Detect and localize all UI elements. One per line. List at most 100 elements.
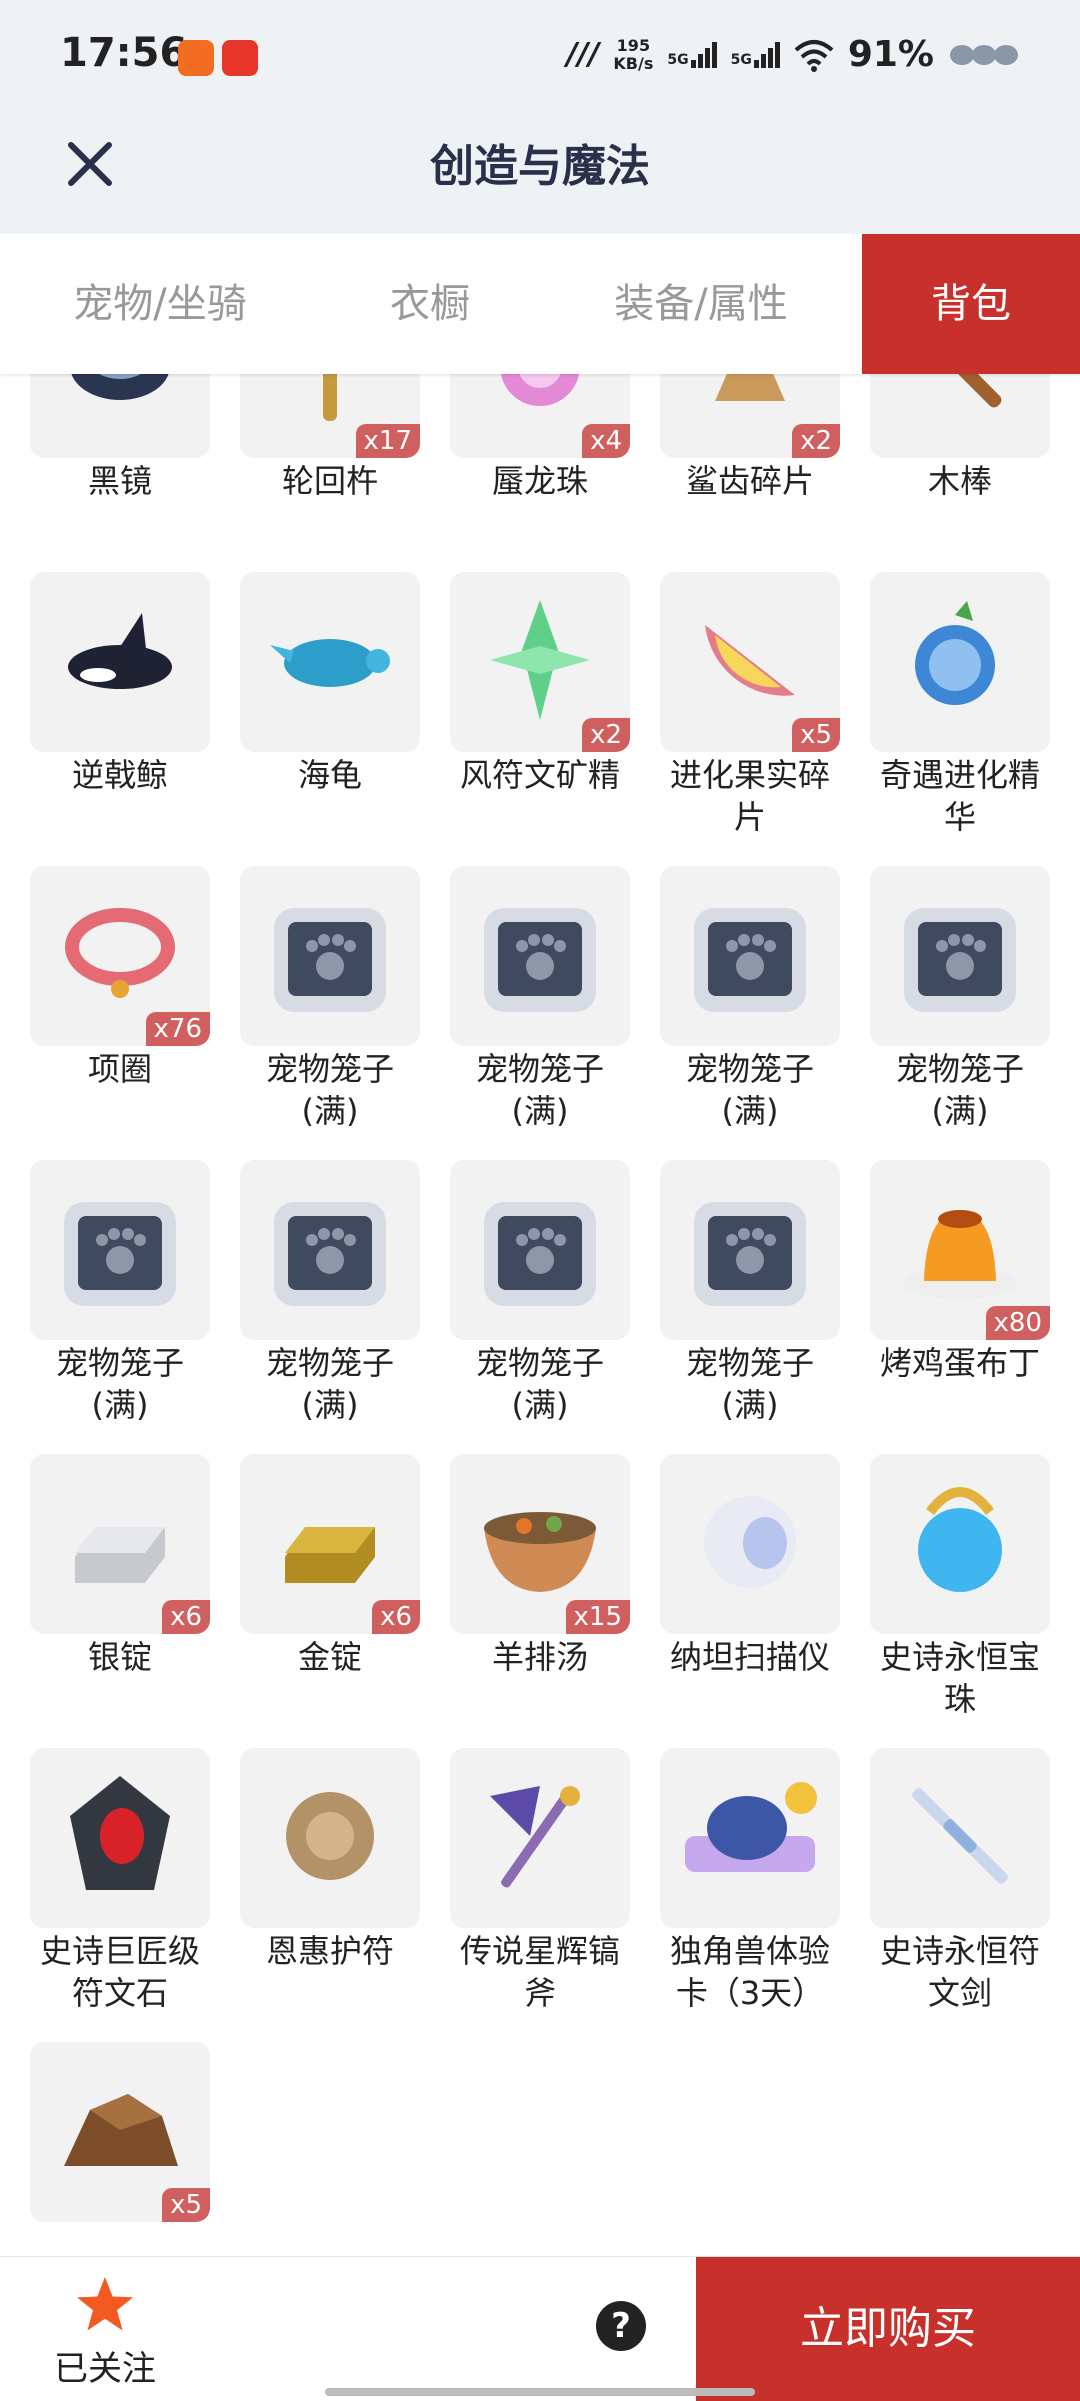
quantity-badge: x80 <box>985 1306 1050 1340</box>
rune-stone-art <box>50 1766 190 1910</box>
tab-wardrobe[interactable]: 衣橱 <box>320 234 540 374</box>
item-name: 黑镜 <box>87 462 152 500</box>
backpack-item[interactable]: 宠物笼子(满) <box>660 1160 840 1454</box>
backpack-item[interactable]: 宠物笼子(满) <box>450 866 630 1160</box>
backpack-item[interactable]: x76 项圈 <box>30 866 210 1160</box>
backpack-item[interactable]: 史诗巨匠级符文石 <box>30 1748 210 2042</box>
item-name: 宠物笼子(满) <box>265 1050 394 1130</box>
egg-pudding-art <box>890 1183 1030 1317</box>
quantity-badge: x4 <box>582 424 630 458</box>
samsara-pestle-icon: x17 <box>240 374 420 458</box>
backpack-item[interactable]: 宠物笼子(满) <box>240 1160 420 1454</box>
item-name: 宠物笼子(满) <box>265 1344 394 1424</box>
scanner-orb-art <box>685 1477 815 1611</box>
tab-equipment-attributes[interactable]: 装备/属性 <box>540 234 862 374</box>
quantity-badge: x5 <box>792 718 840 752</box>
nfc-icon: /// <box>566 37 600 72</box>
item-name: 宠物笼子(满) <box>685 1050 814 1130</box>
backpack-item[interactable]: 宠物笼子(满) <box>30 1160 210 1454</box>
unicorn-card-art <box>675 1776 825 1900</box>
tab-backpack[interactable]: 背包 <box>862 234 1080 374</box>
status-indicators: /// 195 KB/s 5G 5G 91% <box>567 34 1020 75</box>
backpack-item[interactable]: x6 金锭 <box>240 1454 420 1748</box>
signal-icon: 5G <box>667 41 717 68</box>
follow-button[interactable]: 已关注 <box>50 2275 160 2390</box>
backpack-item[interactable]: 宠物笼子(满) <box>870 866 1050 1160</box>
backpack-item[interactable]: 恩惠护符 <box>240 1748 420 2042</box>
backpack-item[interactable]: x15 羊排汤 <box>450 1454 630 1748</box>
backpack-item[interactable]: 宠物笼子(满) <box>660 866 840 1160</box>
grace-amulet-art <box>265 1771 395 1905</box>
egg-pudding-icon: x80 <box>870 1160 1050 1340</box>
backpack-item[interactable]: x2 鲨齿碎片 <box>660 374 840 572</box>
item-name: 木棒 <box>927 462 992 500</box>
scanner-orb-icon <box>660 1454 840 1634</box>
item-name: 宠物笼子(满) <box>475 1050 604 1130</box>
wind-rune-crystal-icon: x2 <box>450 572 630 752</box>
backpack-item[interactable]: 宠物笼子(满) <box>240 866 420 1160</box>
orca-art <box>50 605 190 719</box>
pet-cage-icon <box>870 866 1050 1046</box>
item-name: 奇遇进化精华 <box>879 756 1040 836</box>
pet-cage-art <box>50 1178 190 1322</box>
backpack-item[interactable]: 传说星辉镐斧 <box>450 1748 630 2042</box>
silver-ingot-icon: x6 <box>30 1454 210 1634</box>
item-grid: 黑镜 x17 轮回杵 x4 蜃龙珠 x2 鲨齿碎片 木棒逆戟鲸 海龟 x2 风符文矿精 x5 进化果实碎… <box>30 374 1060 2222</box>
buy-now-button[interactable]: 立即购买 <box>696 2257 1080 2401</box>
tab-pets-mounts[interactable]: 宠物/坐骑 <box>0 234 320 374</box>
backpack-item[interactable]: 奇遇进化精华 <box>870 572 1050 866</box>
item-name: 史诗永恒符文剑 <box>879 1932 1040 2012</box>
item-name: 独角兽体验卡（3天） <box>669 1932 830 2012</box>
backpack-item[interactable]: 逆戟鲸 <box>30 572 210 866</box>
quantity-badge: x6 <box>372 1600 420 1634</box>
home-indicator[interactable] <box>325 2388 755 2396</box>
silver-ingot-art <box>55 1487 185 1601</box>
backpack-item[interactable]: 木棒 <box>870 374 1050 572</box>
backpack-item[interactable]: x6 银锭 <box>30 1454 210 1748</box>
pet-cage-art <box>890 884 1030 1028</box>
backpack-item[interactable]: x2 风符文矿精 <box>450 572 630 866</box>
pet-cage-icon <box>660 1160 840 1340</box>
signal-icon: 5G <box>730 41 780 68</box>
pet-cage-icon <box>240 1160 420 1340</box>
backpack-item[interactable]: x17 轮回杵 <box>240 374 420 572</box>
rune-sword-icon <box>870 1748 1050 1928</box>
grace-amulet-icon <box>240 1748 420 1928</box>
item-name: 逆戟鲸 <box>71 756 168 794</box>
quantity-badge: x6 <box>162 1600 210 1634</box>
item-name: 宠物笼子(满) <box>475 1344 604 1424</box>
backpack-item[interactable]: x4 蜃龙珠 <box>450 374 630 572</box>
network-type: 5G <box>730 51 752 68</box>
help-button[interactable]: ? <box>596 2301 646 2351</box>
item-name: 轮回杵 <box>281 462 378 500</box>
backpack-grid[interactable]: 黑镜 x17 轮回杵 x4 蜃龙珠 x2 鲨齿碎片 木棒逆戟鲸 海龟 x2 风符文矿精 x5 进化果实碎… <box>0 374 1080 2222</box>
wind-rune-crystal-art <box>480 590 600 734</box>
backpack-item[interactable]: 宠物笼子(满) <box>450 1160 630 1454</box>
quantity-badge: x17 <box>355 424 420 458</box>
bottom-bar: 已关注 ? 立即购买 <box>0 2256 1080 2401</box>
backpack-item[interactable]: 纳坦扫描仪 <box>660 1454 840 1748</box>
backpack-item[interactable]: x5黏土 <box>30 2042 210 2222</box>
backpack-item[interactable]: 黑镜 <box>30 374 210 572</box>
item-name: 蜃龙珠 <box>491 462 588 500</box>
quantity-badge: x5 <box>162 2188 210 2222</box>
backpack-item[interactable]: x5 进化果实碎片 <box>660 572 840 866</box>
pet-cage-icon <box>450 1160 630 1340</box>
backpack-item[interactable]: 海龟 <box>240 572 420 866</box>
quantity-badge: x2 <box>582 718 630 752</box>
backpack-item[interactable]: 独角兽体验卡（3天） <box>660 1748 840 2042</box>
collar-icon: x76 <box>30 866 210 1046</box>
status-time: 17:56 <box>60 30 188 76</box>
orca-icon <box>30 572 210 752</box>
wifi-icon <box>794 39 834 72</box>
backpack-item[interactable]: 史诗永恒符文剑 <box>870 1748 1050 2042</box>
page-title: 创造与魔法 <box>430 141 650 192</box>
item-name: 烤鸡蛋布丁 <box>879 1344 1040 1382</box>
item-name: 宠物笼子(满) <box>685 1344 814 1424</box>
pet-cage-art <box>470 1178 610 1322</box>
starlight-pickaxe-art <box>470 1766 610 1910</box>
sea-turtle-art <box>260 605 400 719</box>
backpack-item[interactable]: x80 烤鸡蛋布丁 <box>870 1160 1050 1454</box>
item-name: 海龟 <box>297 756 362 794</box>
backpack-item[interactable]: 史诗永恒宝珠 <box>870 1454 1050 1748</box>
